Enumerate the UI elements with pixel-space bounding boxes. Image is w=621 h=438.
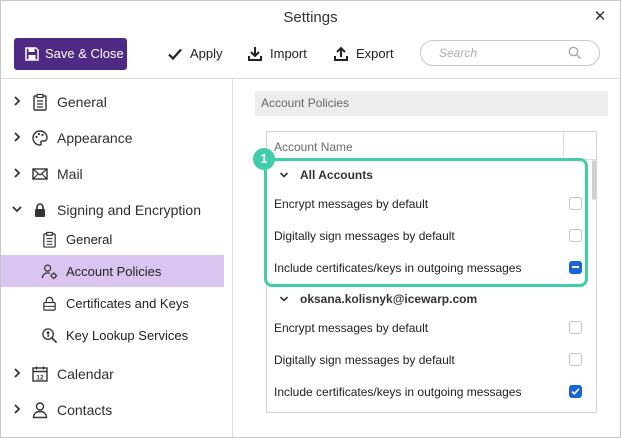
group-label: oksana.kolisnyk@icewarp.com [300,292,478,306]
apply-button[interactable]: Apply [167,38,223,70]
export-button[interactable]: Export [333,38,394,70]
upload-icon [334,46,348,61]
export-label: Export [356,46,394,61]
sidebar-item-label: Contacts [57,402,113,418]
sidebar-item-calendar[interactable]: 12 Calendar [1,358,224,390]
section-title: Account Policies [261,96,350,110]
download-icon [248,47,262,61]
group-row-user-account[interactable]: oksana.kolisnyk@icewarp.com [267,286,596,312]
sidebar-item-label: Signing and Encryption [57,202,201,218]
sidebar-item-label: Mail [57,166,83,182]
sidebar-item-general[interactable]: General [1,86,224,118]
callout-highlight [264,158,588,287]
sidebar-item-signing-encryption[interactable]: Signing and Encryption [1,194,224,226]
chevron-down-icon [12,206,22,213]
lock-icon [35,203,45,217]
sidebar-subitem-label: Account Policies [66,264,162,279]
sidebar-item-label: Appearance [57,130,133,146]
option-row[interactable]: Include certificates/keys in outgoing me… [267,376,596,408]
option-label: Encrypt messages by default [274,321,429,335]
search-icon [568,46,582,60]
sidebar-item-label: Calendar [57,366,114,382]
sidebar-subitem-certificates-keys[interactable]: Certificates and Keys [1,287,224,319]
chevron-down-icon [279,296,289,302]
chevron-right-icon [14,404,21,414]
option-label: Digitally sign messages by default [274,353,455,367]
calendar-icon: 12 [32,366,48,382]
window-title: Settings [283,9,338,26]
sidebar-subitem-label: Certificates and Keys [66,296,189,311]
close-button[interactable]: ✕ [590,7,610,27]
option-label: Include certificates/keys in outgoing me… [274,385,522,399]
save-close-label: Save & Close [45,46,124,61]
envelope-icon [32,168,48,180]
apply-label: Apply [190,46,223,61]
save-close-button[interactable]: Save & Close [14,38,127,70]
sidebar-item-label: General [57,94,107,110]
toolbar: Save & Close Apply Import Export Search [1,37,620,73]
person-icon [32,402,48,419]
sidebar-item-mail[interactable]: Mail [1,158,224,190]
sidebar-divider [232,79,233,437]
option-row[interactable]: Digitally sign messages by default [267,344,596,376]
column-header-label: Account Name [274,140,353,154]
chevron-right-icon [14,96,21,106]
chevron-right-icon [14,168,21,178]
clipboard-icon [43,231,56,248]
option-checkbox[interactable] [569,353,582,366]
lock-outline-icon [43,296,56,311]
option-checkbox[interactable] [569,321,582,334]
search-placeholder: Search [439,46,478,60]
calendar-day: 12 [36,375,44,382]
sidebar: General Appearance Mail Signing and Encr… [1,79,232,437]
sidebar-item-appearance[interactable]: Appearance [1,122,224,154]
key-search-icon [42,328,58,344]
chevron-right-icon [14,132,21,142]
close-icon: ✕ [593,8,607,25]
chevron-right-icon [14,368,21,378]
settings-window: Settings ✕ Save & Close Apply Import Exp… [0,0,621,438]
column-header: Account Name [267,132,596,160]
callout-badge: 1 [253,148,275,170]
sidebar-subitem-key-lookup[interactable]: Key Lookup Services [1,319,224,351]
clipboard-icon [33,93,47,111]
option-checkbox[interactable] [569,385,582,398]
column-separator [563,132,564,159]
checkmark-icon [571,388,580,395]
import-button[interactable]: Import [247,38,309,70]
sidebar-subitem-label: Key Lookup Services [66,328,189,343]
search-input[interactable]: Search [420,40,600,66]
section-header: Account Policies [255,91,608,116]
user-settings-icon [41,264,58,280]
sidebar-subitem-label: General [66,232,113,247]
sidebar-subitem-account-policies[interactable]: Account Policies [1,255,224,287]
floppy-disk-icon [25,47,39,61]
sidebar-subitem-general[interactable]: General [1,223,224,255]
import-label: Import [270,46,307,61]
option-row[interactable]: Encrypt messages by default [267,312,596,344]
checkmark-icon [168,48,182,61]
palette-icon [32,130,48,146]
sidebar-item-contacts[interactable]: Contacts [1,394,224,426]
